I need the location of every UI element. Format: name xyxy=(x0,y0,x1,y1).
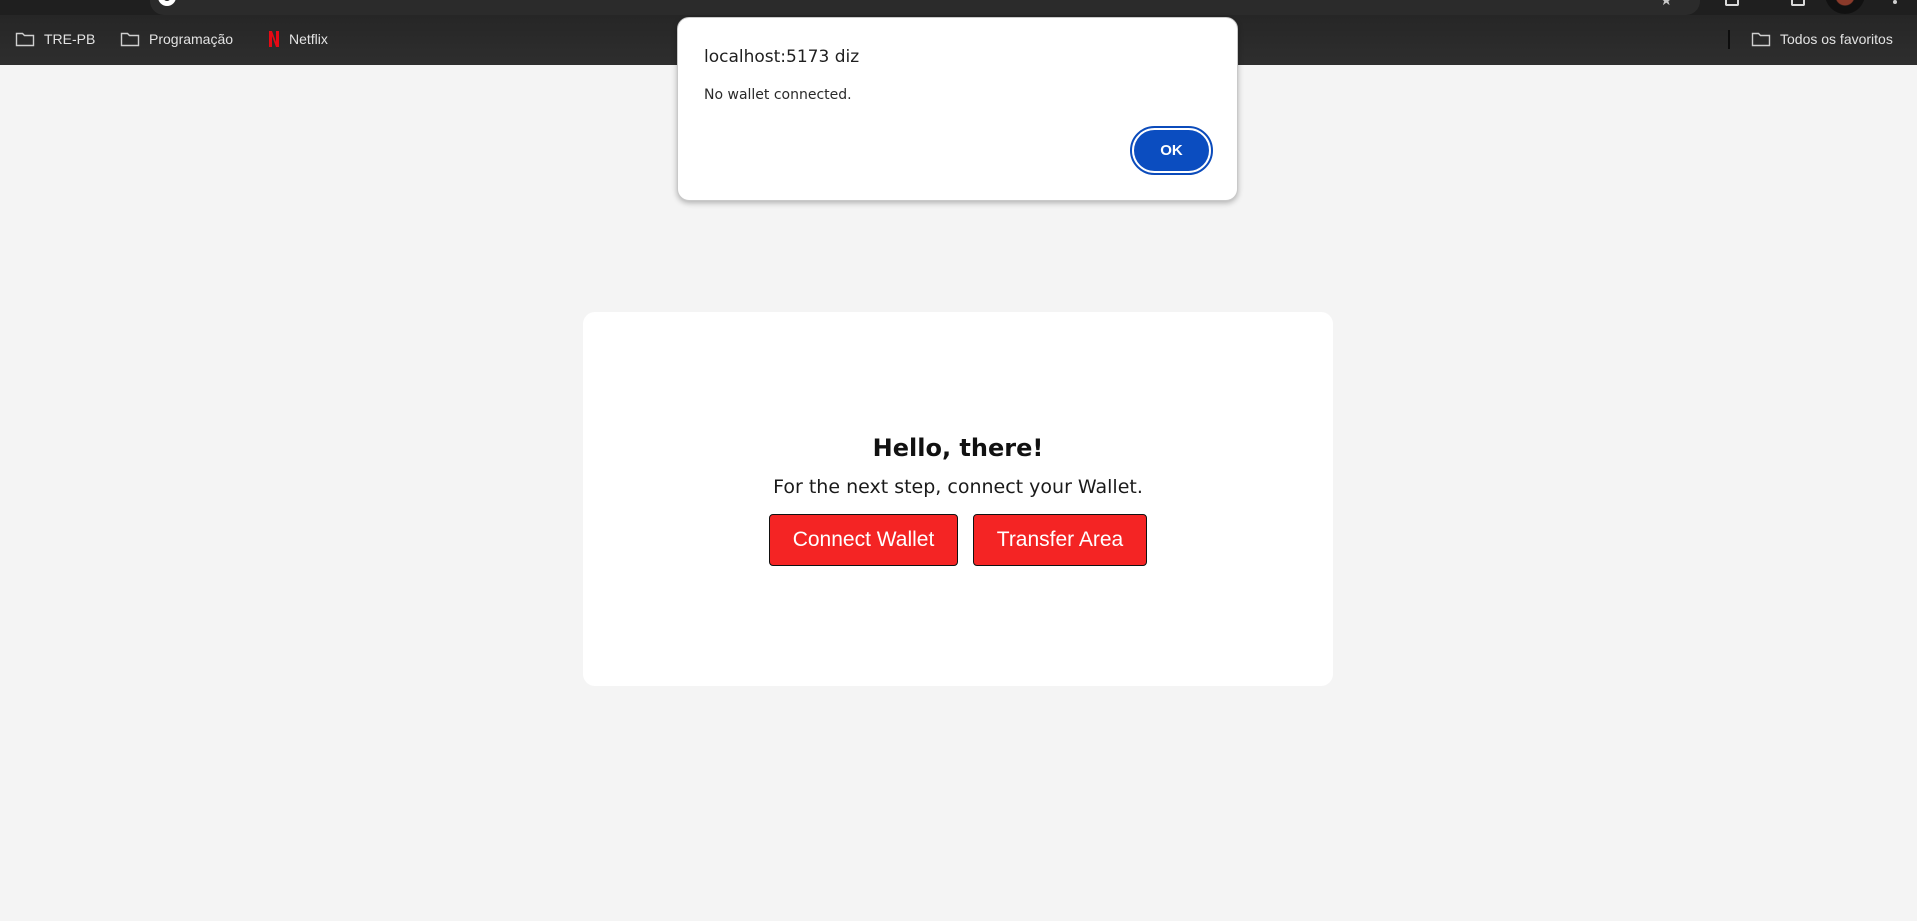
transfer-area-button[interactable]: Transfer Area xyxy=(973,514,1147,566)
bookmarks-divider xyxy=(1728,30,1730,49)
folder-icon xyxy=(15,32,35,47)
extension-icon[interactable] xyxy=(1725,0,1739,6)
alert-dialog: localhost:5173 diz No wallet connected. … xyxy=(677,17,1238,201)
bookmark-programacao[interactable]: Programação xyxy=(120,28,233,50)
ok-button[interactable]: OK xyxy=(1130,126,1213,175)
bookmark-label: Programação xyxy=(149,31,234,47)
netflix-icon xyxy=(269,31,279,47)
address-bar[interactable] xyxy=(150,0,1700,15)
ok-button-label: OK xyxy=(1134,130,1209,171)
bookmark-label: Todos os favoritos xyxy=(1780,31,1893,47)
bookmark-label: TRE-PB xyxy=(44,31,96,47)
bookmark-netflix[interactable]: Netflix xyxy=(268,28,328,50)
profile-avatar[interactable] xyxy=(1825,0,1865,14)
side-panel-icon[interactable] xyxy=(1791,0,1805,6)
bookmark-star-icon[interactable]: ★ xyxy=(1660,0,1673,8)
browser-menu-icon[interactable] xyxy=(1893,0,1897,4)
page-title: Hello, there! xyxy=(872,434,1044,462)
folder-icon xyxy=(1751,32,1771,47)
welcome-card: Hello, there! For the next step, connect… xyxy=(583,312,1333,686)
bookmark-all-favorites[interactable]: Todos os favoritos xyxy=(1751,28,1893,50)
connect-wallet-button[interactable]: Connect Wallet xyxy=(769,514,958,566)
browser-toolbar: ★ xyxy=(0,0,1917,15)
folder-icon xyxy=(120,32,140,47)
bookmark-tre-pb[interactable]: TRE-PB xyxy=(15,28,95,50)
page-subtitle: For the next step, connect your Wallet. xyxy=(773,476,1143,498)
alert-message: No wallet connected. xyxy=(704,87,852,103)
bookmark-label: Netflix xyxy=(289,31,328,47)
alert-title: localhost:5173 diz xyxy=(704,47,860,67)
